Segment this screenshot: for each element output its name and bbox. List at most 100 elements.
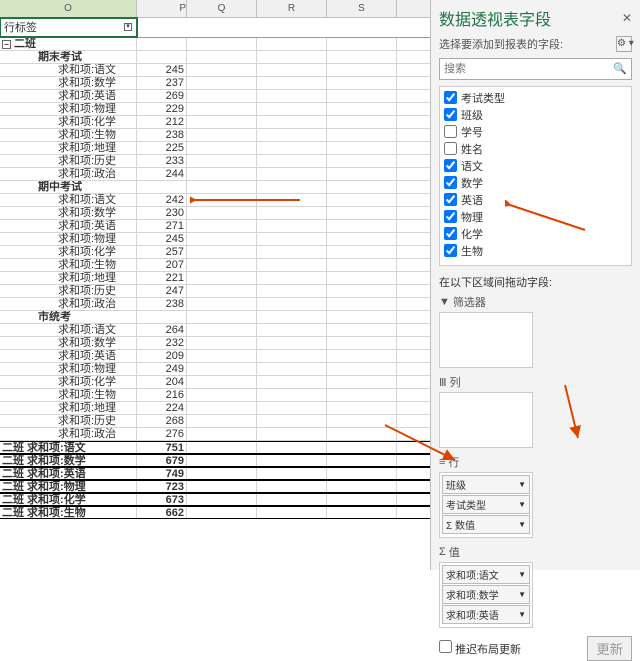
table-row[interactable]: 期中考试: [0, 181, 430, 194]
field-item[interactable]: 英语: [442, 191, 629, 208]
chevron-down-icon[interactable]: ▼: [518, 480, 526, 489]
col-header-s[interactable]: S: [327, 0, 397, 17]
table-row[interactable]: 求和项:数学230: [0, 207, 430, 220]
table-row[interactable]: 求和项:物理249: [0, 363, 430, 376]
field-item[interactable]: 生物: [442, 242, 629, 259]
rows-icon: ≡: [439, 456, 445, 468]
filter-area[interactable]: ▼筛选器: [439, 294, 533, 368]
search-input[interactable]: [440, 59, 609, 79]
table-row[interactable]: −二班: [0, 38, 430, 51]
field-checkbox[interactable]: [444, 142, 457, 155]
field-checkbox[interactable]: [444, 108, 457, 121]
columns-icon: Ⅲ: [439, 376, 447, 389]
values-area[interactable]: Σ值 求和项:语文▼求和项:数学▼求和项:英语▼: [439, 544, 533, 628]
search-icon: 🔍: [609, 59, 631, 79]
table-row[interactable]: 二班 求和项:数学679: [0, 454, 430, 467]
pivot-row-label-cell[interactable]: 行标签 ▾: [0, 18, 137, 37]
field-checkbox[interactable]: [444, 244, 457, 257]
columns-area[interactable]: Ⅲ列: [439, 374, 533, 448]
table-row[interactable]: 求和项:地理221: [0, 272, 430, 285]
chevron-down-icon[interactable]: ▼: [518, 570, 526, 579]
field-item[interactable]: 学号: [442, 123, 629, 140]
table-row[interactable]: 求和项:数学232: [0, 337, 430, 350]
field-item[interactable]: 考试类型: [442, 89, 629, 106]
chevron-down-icon[interactable]: ▼: [518, 610, 526, 619]
col-header-p[interactable]: P: [137, 0, 187, 17]
field-item[interactable]: 物理: [442, 208, 629, 225]
table-row[interactable]: 求和项:语文245: [0, 64, 430, 77]
values-icon: Σ: [439, 546, 446, 558]
table-row[interactable]: 求和项:政治238: [0, 298, 430, 311]
area-item[interactable]: 班级▼: [442, 475, 530, 494]
table-row[interactable]: 二班 求和项:英语749: [0, 467, 430, 480]
field-checkbox[interactable]: [444, 193, 457, 206]
chevron-down-icon[interactable]: ▼: [518, 520, 526, 529]
row-label-text: 行标签: [4, 19, 37, 35]
table-row[interactable]: 求和项:化学204: [0, 376, 430, 389]
table-row[interactable]: 二班 求和项:物理723: [0, 480, 430, 493]
rows-area[interactable]: ≡行 班级▼考试类型▼Σ 数值▼: [439, 454, 533, 538]
table-row[interactable]: 求和项:历史247: [0, 285, 430, 298]
table-row[interactable]: 求和项:生物216: [0, 389, 430, 402]
area-item[interactable]: Σ 数值▼: [442, 515, 530, 534]
table-row[interactable]: 求和项:数学237: [0, 77, 430, 90]
area-item[interactable]: 求和项:语文▼: [442, 565, 530, 584]
table-row[interactable]: 求和项:历史233: [0, 155, 430, 168]
areas-label: 在以下区域间拖动字段:: [439, 274, 632, 290]
field-checkbox[interactable]: [444, 125, 457, 138]
pane-subtitle: 选择要添加到报表的字段:: [439, 36, 563, 52]
field-checkbox[interactable]: [444, 91, 457, 104]
area-item[interactable]: 求和项:数学▼: [442, 585, 530, 604]
table-row[interactable]: 求和项:化学257: [0, 246, 430, 259]
filter-dropdown-icon[interactable]: ▾: [124, 23, 132, 31]
table-row[interactable]: 求和项:语文242: [0, 194, 430, 207]
table-row[interactable]: 求和项:化学212: [0, 116, 430, 129]
table-row[interactable]: 求和项:英语209: [0, 350, 430, 363]
table-row[interactable]: 求和项:政治244: [0, 168, 430, 181]
gear-icon[interactable]: ⚙ ▾: [616, 36, 632, 52]
field-search[interactable]: 🔍: [439, 58, 632, 80]
pivot-fields-pane: 数据透视表字段 ✕ 选择要添加到报表的字段: ⚙ ▾ 🔍 考试类型班级学号姓名语…: [430, 0, 640, 570]
table-row[interactable]: 求和项:地理225: [0, 142, 430, 155]
chevron-down-icon[interactable]: ▼: [518, 500, 526, 509]
field-item[interactable]: 班级: [442, 106, 629, 123]
table-row[interactable]: 求和项:物理229: [0, 103, 430, 116]
table-row[interactable]: 求和项:政治276: [0, 428, 430, 441]
defer-layout-checkbox[interactable]: 推迟布局更新: [439, 640, 521, 657]
table-row[interactable]: 求和项:英语269: [0, 90, 430, 103]
table-row[interactable]: 求和项:生物238: [0, 129, 430, 142]
table-row[interactable]: 求和项:物理245: [0, 233, 430, 246]
filter-icon: ▼: [439, 296, 450, 308]
table-row[interactable]: 求和项:历史268: [0, 415, 430, 428]
close-icon[interactable]: ✕: [622, 11, 632, 25]
namebox-row: 行标签 ▾: [0, 18, 430, 38]
table-row[interactable]: 二班 求和项:语文751: [0, 441, 430, 454]
area-item[interactable]: 考试类型▼: [442, 495, 530, 514]
spreadsheet-area: O P Q R S 行标签 ▾ −二班期末考试求和项:语文245求和项:数学23…: [0, 0, 430, 570]
table-row[interactable]: 二班 求和项:化学673: [0, 493, 430, 506]
field-item[interactable]: 语文: [442, 157, 629, 174]
field-checkbox[interactable]: [444, 210, 457, 223]
field-item[interactable]: 数学: [442, 174, 629, 191]
chevron-down-icon[interactable]: ▼: [518, 590, 526, 599]
field-item[interactable]: 化学: [442, 225, 629, 242]
table-row[interactable]: 求和项:语文264: [0, 324, 430, 337]
area-item[interactable]: 求和项:英语▼: [442, 605, 530, 624]
column-headers: O P Q R S: [0, 0, 430, 18]
table-row[interactable]: 求和项:生物207: [0, 259, 430, 272]
col-header-o[interactable]: O: [0, 0, 137, 17]
col-header-r[interactable]: R: [257, 0, 327, 17]
field-checkbox[interactable]: [444, 176, 457, 189]
field-list[interactable]: 考试类型班级学号姓名语文数学英语物理化学生物: [439, 86, 632, 266]
table-row[interactable]: 求和项:英语271: [0, 220, 430, 233]
pivot-grid[interactable]: −二班期末考试求和项:语文245求和项:数学237求和项:英语269求和项:物理…: [0, 38, 430, 519]
table-row[interactable]: 市统考: [0, 311, 430, 324]
field-checkbox[interactable]: [444, 159, 457, 172]
table-row[interactable]: 求和项:地理224: [0, 402, 430, 415]
table-row[interactable]: 二班 求和项:生物662: [0, 506, 430, 519]
field-checkbox[interactable]: [444, 227, 457, 240]
update-button[interactable]: 更新: [587, 636, 632, 661]
col-header-q[interactable]: Q: [187, 0, 257, 17]
field-item[interactable]: 姓名: [442, 140, 629, 157]
table-row[interactable]: 期末考试: [0, 51, 430, 64]
